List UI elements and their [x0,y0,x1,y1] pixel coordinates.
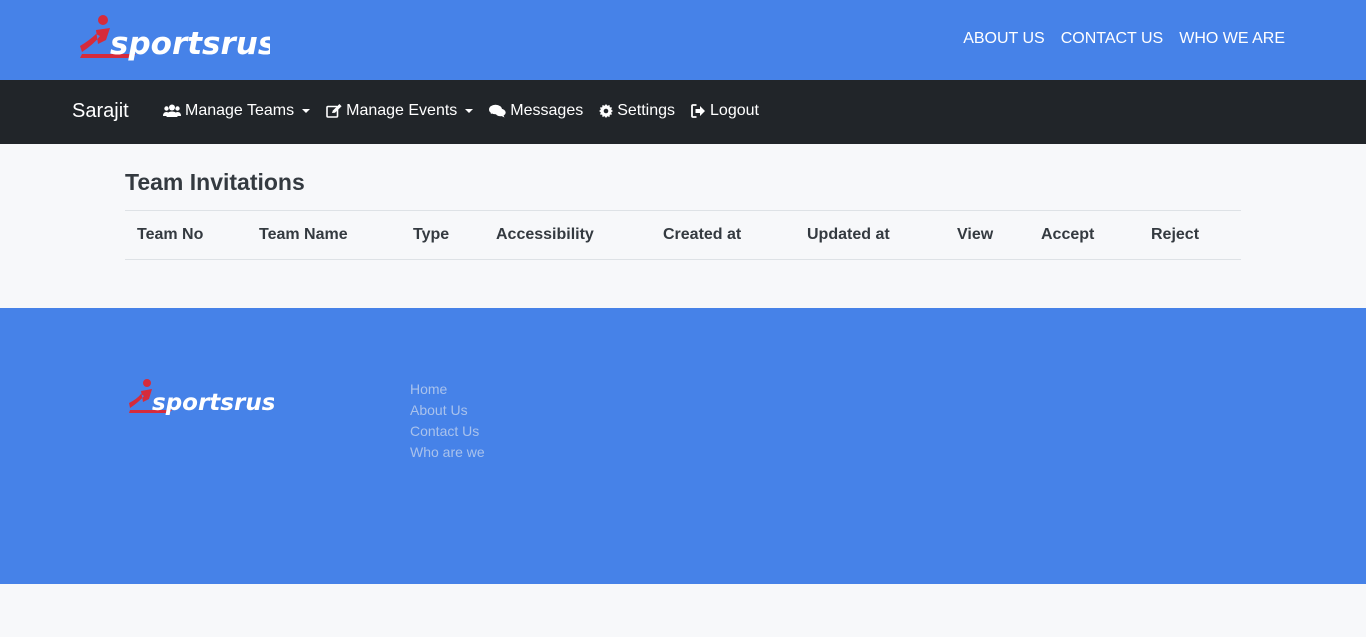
users-icon [163,104,181,117]
messages-link[interactable]: Messages [489,102,583,120]
chevron-down-icon [302,109,311,113]
column-header-reject: Reject [1151,226,1200,243]
footer-home-link[interactable]: Home [410,381,485,397]
sign-out-icon [691,104,706,118]
main-navbar: Sarajit Manage Teams Manage Events Messa… [0,80,1366,144]
messages-label: Messages [510,102,584,119]
nav-about-us-link[interactable]: ABOUT US [963,30,1045,48]
manage-events-dropdown[interactable]: Manage Events [326,102,474,120]
gear-icon [599,104,614,118]
column-header-created-at: Created at [663,226,742,243]
page-title: Team Invitations [125,169,305,195]
column-header-team-no: Team No [137,226,204,243]
logout-label: Logout [710,102,759,119]
column-header-accessibility: Accessibility [496,226,594,243]
settings-link[interactable]: Settings [599,102,675,120]
column-header-updated-at: Updated at [807,226,890,243]
invitations-table: Team No Team Name Type Accessibility Cre… [125,210,1241,260]
footer-who-are-we-link[interactable]: Who are we [410,444,485,460]
footer-about-us-link[interactable]: About Us [410,402,485,418]
manage-teams-dropdown[interactable]: Manage Teams [163,102,311,120]
logout-link[interactable]: Logout [691,102,759,120]
logo-text: sportsrush [110,26,270,62]
footer-logo-text: sportsrush [152,390,274,416]
settings-label: Settings [617,102,676,119]
top-header: sportsrush ABOUT US CONTACT US WHO WE AR… [0,0,1366,80]
nav-items: Manage Teams Manage Events Messages Sett… [163,102,759,120]
user-brand[interactable]: Sarajit [72,100,129,123]
sportsrush-logo[interactable]: sportsrush [76,14,270,66]
column-header-type: Type [413,226,450,243]
site-footer [0,308,1366,584]
footer-sportsrush-logo[interactable]: sportsrush [126,378,274,420]
nav-contact-us-link[interactable]: CONTACT US [1061,30,1164,48]
footer-links: Home About Us Contact Us Who are we [410,381,485,460]
edit-icon [326,104,342,118]
manage-teams-label: Manage Teams [185,102,295,119]
footer-contact-us-link[interactable]: Contact Us [410,423,485,439]
column-header-accept: Accept [1041,226,1095,243]
comments-icon [489,104,506,118]
column-header-view: View [957,226,994,243]
nav-who-we-are-link[interactable]: WHO WE ARE [1179,30,1285,48]
top-links: ABOUT US CONTACT US WHO WE ARE [963,30,1285,48]
column-header-team-name: Team Name [259,226,348,243]
chevron-down-icon [465,109,474,113]
manage-events-label: Manage Events [346,102,458,119]
